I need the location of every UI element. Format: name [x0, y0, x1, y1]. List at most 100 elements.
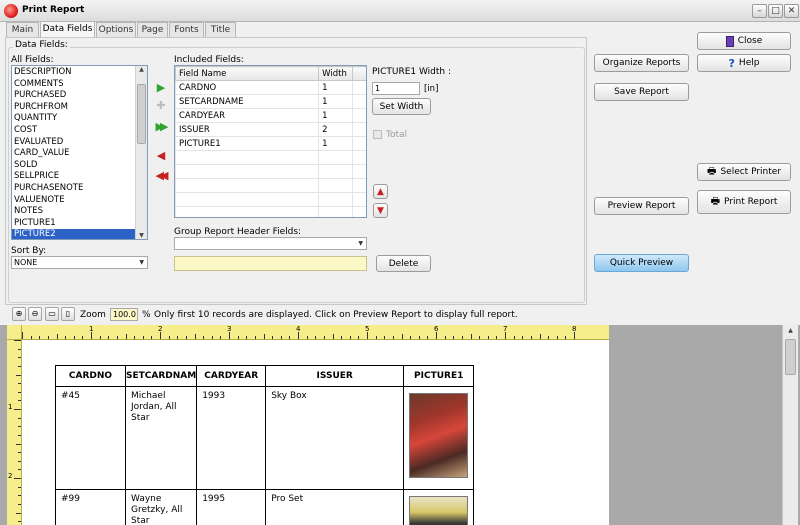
organize-reports-button[interactable]: Organize Reports: [594, 54, 689, 72]
list-item[interactable]: DESCRIPTION: [12, 67, 135, 79]
group-header-input[interactable]: [174, 256, 367, 271]
table-row[interactable]: PICTURE1 1: [175, 136, 366, 151]
width-cell[interactable]: 2: [318, 122, 354, 137]
field-name-cell[interactable]: [175, 164, 320, 179]
ruler-tick: [539, 334, 541, 339]
table-row[interactable]: CARDYEAR 1: [175, 108, 366, 123]
scroll-down-icon[interactable]: ▼: [136, 232, 147, 239]
table-row[interactable]: [175, 164, 366, 179]
field-name-cell[interactable]: PICTURE1: [175, 136, 320, 151]
group-header-select[interactable]: ▼: [174, 237, 367, 250]
zoom-input[interactable]: 100.0: [110, 308, 138, 321]
tab-title[interactable]: Title: [205, 22, 236, 38]
list-item[interactable]: PICTURE1: [12, 218, 135, 230]
tab-page[interactable]: Page: [137, 22, 168, 38]
save-report-button[interactable]: Save Report: [594, 83, 689, 101]
minimize-icon[interactable]: –: [752, 4, 767, 18]
width-input[interactable]: 1: [372, 82, 420, 95]
table-row[interactable]: [175, 150, 366, 165]
width-cell[interactable]: 1: [318, 94, 354, 109]
field-name-cell[interactable]: [175, 192, 320, 207]
ruler-tick: [496, 336, 498, 339]
list-item[interactable]: PURCHASED: [12, 90, 135, 102]
fit-width-icon[interactable]: ▭: [45, 307, 59, 321]
table-row[interactable]: SETCARDNAME 1: [175, 94, 366, 109]
list-item[interactable]: PURCHASENOTE: [12, 183, 135, 195]
field-name-cell[interactable]: CARDNO: [175, 80, 320, 95]
print-report-button[interactable]: 🖶 Print Report: [697, 190, 791, 214]
remove-field-icon[interactable]: ◀: [153, 148, 169, 164]
width-cell[interactable]: 1: [318, 136, 354, 151]
app-icon: [4, 4, 18, 18]
list-item[interactable]: SOLD: [12, 160, 135, 172]
sort-by-select[interactable]: NONE ▼: [11, 256, 148, 269]
set-width-button[interactable]: Set Width: [372, 98, 431, 115]
width-cell[interactable]: [318, 192, 354, 207]
tab-data-fields[interactable]: Data Fields: [40, 21, 95, 38]
close-button[interactable]: Close: [697, 32, 791, 50]
all-fields-scrollbar[interactable]: ▲ ▼: [135, 66, 147, 239]
table-row[interactable]: [175, 178, 366, 193]
list-item[interactable]: COST: [12, 125, 135, 137]
list-item[interactable]: CARD_VALUE: [12, 148, 135, 160]
fit-page-icon[interactable]: ▯: [61, 307, 75, 321]
list-item[interactable]: PURCHFROM: [12, 102, 135, 114]
scroll-up-icon[interactable]: ▲: [783, 327, 798, 334]
tab-options[interactable]: Options: [96, 22, 136, 38]
list-item[interactable]: VALUENOTE: [12, 195, 135, 207]
tab-main[interactable]: Main: [6, 22, 39, 38]
scroll-thumb[interactable]: [137, 84, 146, 144]
add-separator-icon[interactable]: ✚: [153, 98, 169, 114]
zoom-out-icon[interactable]: ⊖: [28, 307, 42, 321]
all-fields-list[interactable]: DESCRIPTION COMMENTS PURCHASED PURCHFROM QUA…: [11, 65, 148, 240]
help-button[interactable]: ? Help: [697, 54, 791, 72]
ruler-tick: [401, 334, 403, 339]
extra-cell: [352, 108, 366, 123]
field-name-cell[interactable]: [175, 206, 320, 217]
table-row[interactable]: CARDNO 1: [175, 80, 366, 95]
field-name-cell[interactable]: [175, 178, 320, 193]
col-field-name[interactable]: Field Name: [175, 66, 320, 81]
width-cell[interactable]: [318, 178, 354, 193]
remove-all-fields-icon[interactable]: ◀◀: [152, 168, 169, 184]
field-name-cell[interactable]: CARDYEAR: [175, 108, 320, 123]
ruler-tick: [18, 383, 21, 385]
quick-preview-button[interactable]: Quick Preview: [594, 254, 689, 272]
width-cell[interactable]: [318, 150, 354, 165]
table-row[interactable]: [175, 192, 366, 207]
list-item[interactable]: PICTURE2: [12, 229, 135, 239]
list-item[interactable]: COMMENTS: [12, 79, 135, 91]
scroll-up-icon[interactable]: ▲: [136, 66, 147, 73]
list-item[interactable]: EVALUATED: [12, 137, 135, 149]
field-name-cell[interactable]: SETCARDNAME: [175, 94, 320, 109]
tab-fonts[interactable]: Fonts: [169, 22, 204, 38]
total-checkbox[interactable]: [373, 130, 382, 139]
field-name-cell[interactable]: [175, 150, 320, 165]
col-width[interactable]: Width: [318, 66, 354, 81]
preview-report-button[interactable]: Preview Report: [594, 197, 689, 215]
field-name-cell[interactable]: ISSUER: [175, 122, 320, 137]
list-item[interactable]: NOTES: [12, 206, 135, 218]
table-row[interactable]: [175, 206, 366, 217]
add-field-icon[interactable]: ▶: [153, 80, 169, 96]
add-all-fields-icon[interactable]: ▶▶: [152, 119, 169, 135]
move-up-icon[interactable]: ▲: [373, 184, 388, 199]
list-item[interactable]: QUANTITY: [12, 113, 135, 125]
width-cell[interactable]: [318, 206, 354, 217]
width-cell[interactable]: 1: [318, 108, 354, 123]
width-cell[interactable]: [318, 164, 354, 179]
preview-scrollbar[interactable]: ▲: [782, 325, 798, 525]
maximize-icon[interactable]: □: [768, 4, 783, 18]
select-printer-button[interactable]: 🖶 Select Printer: [697, 163, 791, 181]
report-cell-cardno: #99: [55, 489, 126, 525]
close-window-icon[interactable]: ✕: [784, 4, 799, 18]
list-item[interactable]: SELLPRICE: [12, 171, 135, 183]
delete-button[interactable]: Delete: [376, 255, 431, 272]
table-row[interactable]: ISSUER 2: [175, 122, 366, 137]
width-cell[interactable]: 1: [318, 80, 354, 95]
chevron-down-icon: ▼: [139, 259, 144, 266]
zoom-in-icon[interactable]: ⊕: [12, 307, 26, 321]
preview-scroll-thumb[interactable]: [785, 339, 796, 375]
move-down-icon[interactable]: ▼: [373, 203, 388, 218]
included-fields-table[interactable]: Field Name Width CARDNO 1 SETCARDNAME 1 CARD…: [174, 65, 367, 218]
